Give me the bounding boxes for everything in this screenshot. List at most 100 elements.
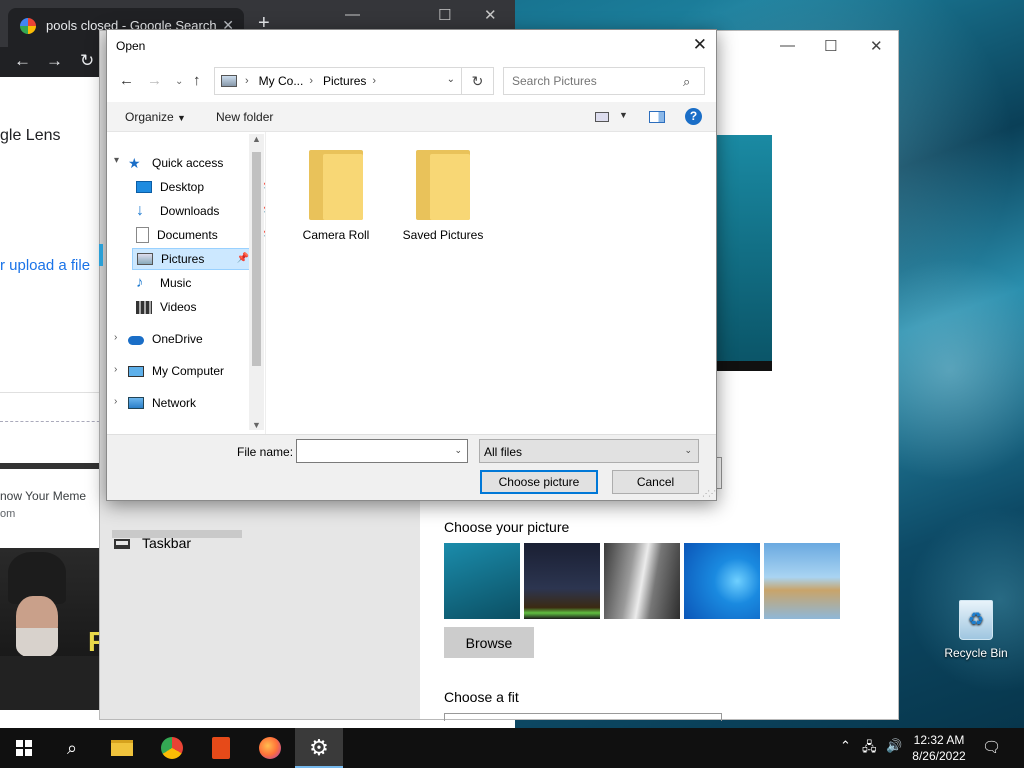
address-bar[interactable]: › My Co... › Pictures › ⌄ ↻ bbox=[214, 67, 494, 95]
start-button[interactable] bbox=[0, 728, 48, 768]
nav-network-label: Network bbox=[152, 396, 197, 410]
folder-icon bbox=[416, 150, 470, 220]
dialog-close-icon[interactable]: ✕ bbox=[693, 35, 707, 55]
folder-icon bbox=[309, 150, 363, 220]
chevron-down-icon[interactable]: ⌄ bbox=[454, 445, 462, 456]
google-favicon-icon bbox=[20, 18, 36, 34]
scroll-up-icon[interactable]: ▲ bbox=[252, 134, 261, 144]
folder-camera-roll[interactable]: Camera Roll bbox=[286, 150, 386, 242]
thumbnail-night-sky[interactable] bbox=[524, 543, 600, 619]
chevron-right-icon[interactable]: › bbox=[245, 75, 249, 87]
thumbnail-windows[interactable] bbox=[684, 543, 760, 619]
maximize-icon[interactable]: ☐ bbox=[438, 6, 451, 24]
taskbar-office[interactable] bbox=[197, 728, 245, 768]
thumbnail-waterfall[interactable] bbox=[604, 543, 680, 619]
download-arrow-icon: ↓ bbox=[136, 202, 144, 219]
recycle-bin-icon bbox=[959, 600, 993, 640]
collapse-quick-access-icon[interactable]: ▾ bbox=[114, 155, 119, 166]
file-list: Camera Roll Saved Pictures bbox=[265, 132, 716, 434]
clock[interactable]: 12:32 AM 8/26/2022 bbox=[906, 732, 972, 764]
recent-locations-icon[interactable]: ⌄ bbox=[175, 76, 183, 87]
forward-icon[interactable]: → bbox=[46, 51, 63, 71]
view-options-caret-icon[interactable]: ▼ bbox=[619, 110, 628, 120]
back-icon[interactable]: ← bbox=[14, 51, 31, 71]
up-arrow-icon[interactable]: ↑ bbox=[193, 72, 201, 89]
folder-saved-pictures[interactable]: Saved Pictures bbox=[393, 150, 493, 242]
recycle-bin[interactable]: Recycle Bin bbox=[940, 600, 1012, 660]
reload-icon[interactable]: ↻ bbox=[80, 51, 94, 71]
nav-onedrive[interactable]: OneDrive bbox=[128, 328, 266, 350]
nav-scroll-thumb[interactable] bbox=[252, 152, 261, 366]
organize-button[interactable]: Organize ▼ bbox=[125, 110, 186, 124]
notification-icon[interactable]: 🗨 bbox=[982, 738, 1001, 756]
taskbar-chrome[interactable] bbox=[148, 728, 196, 768]
chevron-down-icon[interactable]: ⌄ bbox=[447, 74, 455, 85]
upload-file-link[interactable]: r upload a file bbox=[0, 257, 90, 274]
chevron-right-icon[interactable]: › bbox=[372, 75, 376, 87]
forward-arrow-icon[interactable]: → bbox=[147, 72, 162, 89]
preview-pane-icon[interactable] bbox=[649, 111, 665, 123]
thumbnail-beach[interactable] bbox=[764, 543, 840, 619]
picture-thumbnails bbox=[444, 543, 840, 619]
refresh-icon[interactable]: ↻ bbox=[461, 68, 493, 94]
fit-dropdown[interactable] bbox=[444, 713, 722, 721]
expand-my-computer-icon[interactable]: › bbox=[114, 364, 117, 375]
folder-saved-pictures-label: Saved Pictures bbox=[402, 228, 484, 242]
address-row: ← → ⌄ ↑ › My Co... › Pictures › ⌄ ↻ ⌕ bbox=[107, 64, 716, 98]
settings-minimize-icon[interactable]: — bbox=[780, 37, 795, 54]
resize-grip-icon[interactable]: ⋰⋰ bbox=[702, 489, 716, 498]
cancel-button[interactable]: Cancel bbox=[612, 470, 699, 494]
nav-scrollbar[interactable]: ▲ ▼ bbox=[249, 134, 264, 430]
taskbar-settings[interactable]: ⚙ bbox=[295, 728, 343, 768]
minimize-icon[interactable]: — bbox=[345, 6, 360, 23]
search-input[interactable] bbox=[503, 67, 705, 95]
settings-close-icon[interactable]: ✕ bbox=[870, 37, 883, 55]
network-icon bbox=[128, 397, 144, 409]
volume-icon[interactable]: 🔊 bbox=[886, 738, 902, 754]
expand-onedrive-icon[interactable]: › bbox=[114, 332, 117, 343]
help-icon[interactable]: ? bbox=[685, 108, 702, 125]
expand-network-icon[interactable]: › bbox=[114, 396, 117, 407]
choose-picture-button[interactable]: Choose picture bbox=[480, 470, 598, 494]
search-button[interactable]: ⌕ bbox=[48, 728, 96, 768]
music-note-icon: ♪ bbox=[136, 274, 144, 291]
result-image[interactable]: F bbox=[0, 548, 105, 710]
taskbar-file-explorer[interactable] bbox=[98, 728, 146, 768]
taskbar-firefox[interactable] bbox=[246, 728, 294, 768]
chrome-content: gle Lens r upload a file now Your Meme o… bbox=[0, 77, 110, 728]
file-name-input[interactable]: ⌄ bbox=[296, 439, 468, 463]
file-type-select[interactable]: All files ⌄ bbox=[479, 439, 699, 463]
new-folder-button[interactable]: New folder bbox=[216, 110, 273, 124]
divider bbox=[0, 421, 110, 422]
scroll-down-icon[interactable]: ▼ bbox=[252, 420, 261, 430]
search-icon[interactable]: ⌕ bbox=[683, 74, 690, 90]
command-bar: Organize ▼ New folder ▼ ? bbox=[107, 102, 716, 132]
nav-desktop-label: Desktop bbox=[160, 180, 205, 194]
nav-pictures[interactable]: Pictures 📌 bbox=[132, 248, 250, 270]
folder-camera-roll-label: Camera Roll bbox=[302, 228, 370, 242]
nav-network[interactable]: Network bbox=[128, 392, 266, 414]
back-arrow-icon[interactable]: ← bbox=[119, 72, 134, 89]
navigation-pane: ▾ ★Quick access Desktop 📌 ↓Downloads 📌 D… bbox=[108, 132, 274, 538]
nav-onedrive-label: OneDrive bbox=[152, 332, 203, 346]
thumbnail-underwater[interactable] bbox=[444, 543, 520, 619]
address-segment-mycomputer[interactable]: My Co... bbox=[259, 74, 304, 88]
nav-quick-access[interactable]: ★ Quick access bbox=[128, 152, 266, 174]
change-view-icon[interactable] bbox=[595, 112, 609, 122]
nav-horizontal-scrollbar[interactable] bbox=[112, 530, 242, 538]
chevron-right-icon[interactable]: › bbox=[309, 75, 313, 87]
show-hidden-icons-icon[interactable]: ⌃ bbox=[840, 738, 851, 754]
settings-maximize-icon[interactable]: ☐ bbox=[824, 37, 837, 55]
result-title[interactable]: now Your Meme bbox=[0, 489, 86, 503]
nav-documents-label: Documents bbox=[157, 228, 218, 242]
selection-marker bbox=[99, 244, 103, 266]
windows-logo-icon bbox=[16, 740, 32, 756]
browse-button[interactable]: Browse bbox=[444, 627, 534, 658]
network-tray-icon[interactable]: 🖧 bbox=[862, 738, 877, 760]
address-segment-pictures[interactable]: Pictures bbox=[323, 74, 366, 88]
cloud-icon bbox=[128, 336, 144, 345]
pin-icon[interactable]: 📌 bbox=[237, 253, 249, 264]
close-icon[interactable]: ✕ bbox=[484, 6, 497, 24]
nav-my-computer[interactable]: My Computer bbox=[128, 360, 266, 382]
film-icon bbox=[136, 300, 152, 314]
